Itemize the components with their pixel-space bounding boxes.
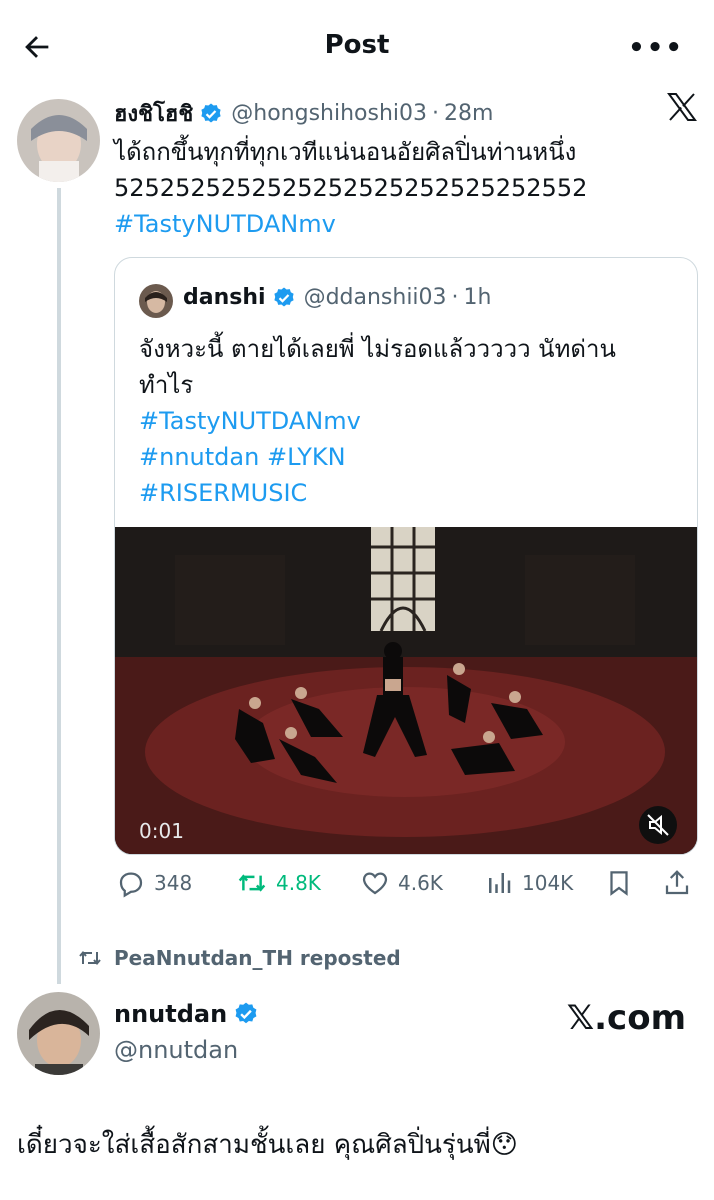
video-frame — [115, 527, 697, 854]
repost-text: PeaNnutdan_TH reposted — [114, 946, 401, 970]
reply-icon — [119, 872, 143, 898]
post-text-line: ได้ถกขึ้นทุกที่ทุกเวทีแน่นอนอัยศิลปิ่นท่… — [114, 138, 577, 166]
verified-badge-icon — [201, 103, 221, 122]
quoted-post-card[interactable]: danshi @ddanshii03 · 1h จังหวะนี้ ตายได้… — [114, 257, 698, 855]
quoted-post-time: 1h — [463, 285, 492, 310]
hashtag-link[interactable]: #nnutdan — [139, 443, 259, 471]
dot-separator: · — [451, 285, 459, 310]
page-title: Post — [324, 30, 390, 60]
heart-icon — [362, 872, 388, 895]
x-logo-icon — [667, 93, 697, 121]
repost-icon — [238, 874, 266, 892]
bookmark-button[interactable] — [604, 868, 642, 898]
like-button[interactable]: 4.6K — [360, 868, 443, 898]
dot-separator: · — [432, 101, 440, 126]
repost-indicator[interactable]: PeaNnutdan_TH reposted — [76, 946, 401, 970]
bookmark-icon — [610, 871, 628, 896]
share-icon — [665, 870, 689, 895]
hashtag-link[interactable]: #RISERMUSIC — [139, 475, 689, 511]
muted-speaker-icon — [647, 814, 669, 836]
verified-badge-icon — [235, 1002, 257, 1024]
video-timestamp: 0:01 — [139, 819, 184, 843]
author-name[interactable]: nnutdan — [114, 1000, 227, 1028]
quoted-author-handle: @ddanshii03 — [303, 285, 447, 310]
views-button[interactable]: 104K — [484, 868, 573, 898]
hashtag-link[interactable]: #TastyNUTDANmv — [114, 206, 694, 242]
reply-button[interactable]: 348 — [116, 868, 192, 898]
thread-connector-line — [57, 188, 61, 984]
avatar[interactable] — [17, 992, 100, 1075]
hashtag-link[interactable]: #LYKN — [267, 443, 346, 471]
repost-count: 4.8K — [276, 871, 321, 895]
verified-badge-icon — [273, 287, 294, 306]
more-options-icon[interactable]: ••• — [628, 35, 684, 61]
author-name[interactable]: ฮงชิโฮชิ — [114, 96, 193, 131]
quoted-text-line: จังหวะนี้ ตายได้เลยพี่ ไม่รอดแล้ววววว นั… — [139, 335, 616, 363]
quoted-text-line: ทำไร — [139, 371, 194, 399]
avatar[interactable] — [17, 99, 100, 182]
quoted-author-name: danshi — [183, 285, 266, 310]
avatar — [139, 284, 173, 318]
repost-icon — [79, 950, 101, 966]
reply-count: 348 — [154, 871, 193, 895]
x-com-watermark: 𝕏.com — [566, 998, 686, 1038]
post-text-line: 5252525252525252525252525252552 — [114, 174, 588, 202]
views-chart-icon — [489, 873, 511, 893]
author-handle[interactable]: @hongshihoshi03 — [231, 101, 427, 126]
video-player[interactable]: 0:01 — [115, 527, 697, 854]
post-text: เดี๋ยวจะใส่เสื้อสักสามชั้นเลย คุณศิลปิ่น… — [17, 1130, 518, 1160]
share-button[interactable] — [662, 868, 700, 898]
post-time[interactable]: 28m — [444, 101, 493, 126]
like-count: 4.6K — [398, 871, 443, 895]
author-handle[interactable]: @nnutdan — [114, 1036, 238, 1064]
views-count: 104K — [522, 871, 574, 895]
mute-button[interactable] — [639, 806, 677, 844]
hashtag-link[interactable]: #TastyNUTDANmv — [139, 403, 689, 439]
repost-button[interactable]: 4.8K — [236, 868, 321, 898]
